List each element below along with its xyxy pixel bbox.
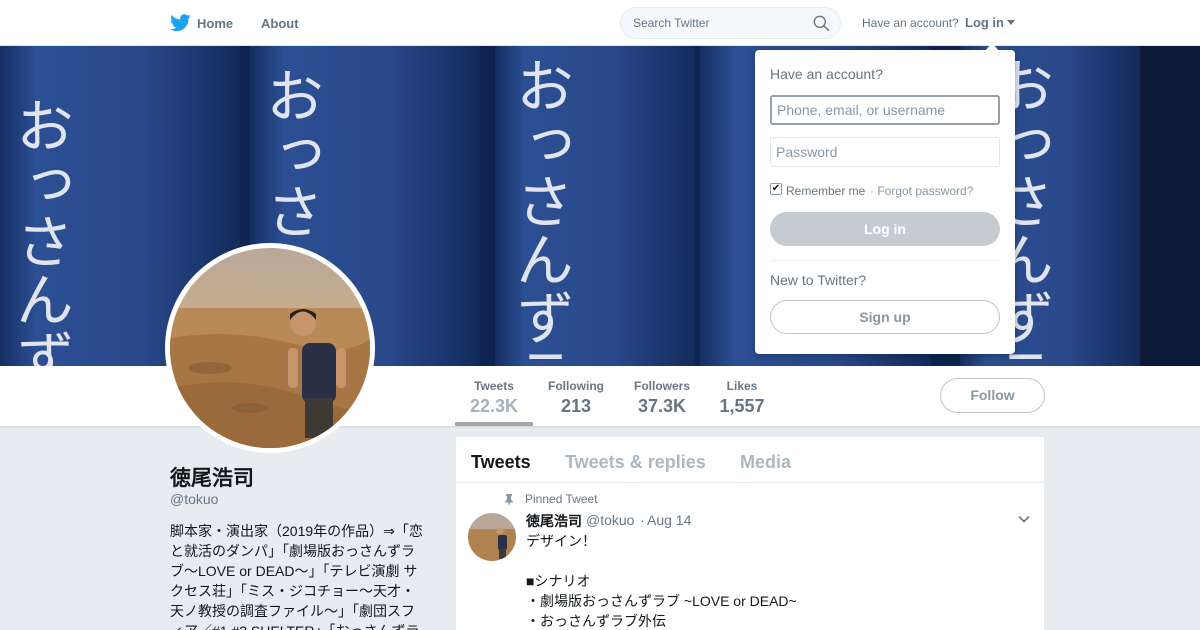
stat-tweets-label: Tweets bbox=[474, 379, 514, 393]
dropdown-arrow bbox=[985, 43, 999, 51]
login-toggle-label[interactable]: Log in bbox=[965, 15, 1004, 30]
stat-following-value: 213 bbox=[560, 396, 592, 416]
tab-media[interactable]: Media bbox=[740, 452, 791, 473]
twitter-bird-icon[interactable] bbox=[170, 14, 191, 32]
signup-button[interactable]: Sign up bbox=[770, 300, 1000, 334]
stat-likes-label: Likes bbox=[726, 379, 758, 393]
stat-likes[interactable]: Likes 1,557 bbox=[712, 366, 772, 426]
login-button[interactable]: Log in bbox=[770, 212, 1000, 246]
stat-following-label: Following bbox=[548, 379, 604, 393]
search-box[interactable]: Search Twitter bbox=[620, 7, 841, 39]
chevron-down-icon[interactable] bbox=[1018, 515, 1030, 523]
profile-handle[interactable]: @tokuo bbox=[170, 491, 218, 507]
pin-icon bbox=[505, 494, 513, 506]
remember-me-label[interactable]: Remember me bbox=[786, 184, 865, 198]
password-field[interactable] bbox=[770, 137, 1000, 167]
search-icon[interactable] bbox=[813, 15, 830, 32]
tweet-text: デザイン！ ■シナリオ ・劇場版おっさんずラブ ~LOVE or DEAD~ ・… bbox=[526, 533, 797, 629]
banner-text-1: おっさんずラブ bbox=[6, 96, 74, 366]
tweet-separator: · bbox=[640, 512, 645, 528]
stat-tweets[interactable]: Tweets 22.3K bbox=[455, 366, 533, 426]
profile-bio: 脚本家・演出家（2019年の作品）⇒「恋 と就活のダンパ」「劇場版おっさんずラ … bbox=[170, 523, 423, 630]
remember-me-checkbox[interactable]: ✔ bbox=[770, 183, 782, 195]
pinned-tweet-label: Pinned Tweet bbox=[525, 492, 598, 506]
follow-button[interactable]: Follow bbox=[940, 378, 1045, 413]
tab-tweets[interactable]: Tweets bbox=[471, 452, 531, 473]
stat-following[interactable]: Following 213 bbox=[541, 366, 611, 426]
profile-avatar[interactable] bbox=[165, 243, 375, 453]
tweet-author-name[interactable]: 徳尾浩司 bbox=[526, 511, 582, 531]
profile-name[interactable]: 徳尾浩司 bbox=[170, 462, 254, 492]
stat-followers-value: 37.3K bbox=[637, 396, 687, 416]
banner-text-3: おっさんずラブ bbox=[506, 56, 574, 366]
tweet-avatar[interactable] bbox=[468, 513, 516, 561]
timeline-tabs: Tweets Tweets & replies Media bbox=[456, 437, 1044, 483]
username-field[interactable] bbox=[770, 95, 1000, 125]
tab-tweets-replies[interactable]: Tweets & replies bbox=[565, 452, 706, 473]
stat-followers-label: Followers bbox=[633, 379, 690, 393]
login-dropdown: Have an account? ✔ Remember me · Forgot … bbox=[755, 43, 1015, 354]
stat-tweets-value: 22.3K bbox=[469, 396, 519, 416]
nav-about-link[interactable]: About bbox=[261, 16, 299, 31]
dropdown-divider bbox=[770, 260, 1000, 261]
avatar-photo bbox=[170, 248, 370, 448]
stat-followers[interactable]: Followers 37.3K bbox=[627, 366, 697, 426]
tweet-author-handle[interactable]: @tokuo bbox=[586, 512, 634, 528]
timeline: Tweets Tweets & replies Media Pinned Twe… bbox=[456, 437, 1044, 630]
dropdown-title: Have an account? bbox=[770, 66, 883, 82]
top-navigation-bar: Home About Search Twitter Have an accoun… bbox=[0, 0, 1200, 46]
tweet-date[interactable]: Aug 14 bbox=[647, 512, 691, 528]
new-to-twitter-text: New to Twitter? bbox=[770, 272, 867, 288]
login-dropdown-toggle[interactable]: Log in bbox=[965, 15, 1015, 30]
tweet-avatar-photo bbox=[468, 513, 516, 561]
nav-home-link[interactable]: Home bbox=[197, 16, 233, 31]
caret-down-icon bbox=[1007, 20, 1015, 25]
search-input[interactable]: Search Twitter bbox=[633, 16, 709, 30]
forgot-password-link[interactable]: · Forgot password? bbox=[870, 184, 973, 198]
have-account-text: Have an account? bbox=[862, 16, 959, 30]
stat-likes-value: 1,557 bbox=[719, 396, 765, 416]
